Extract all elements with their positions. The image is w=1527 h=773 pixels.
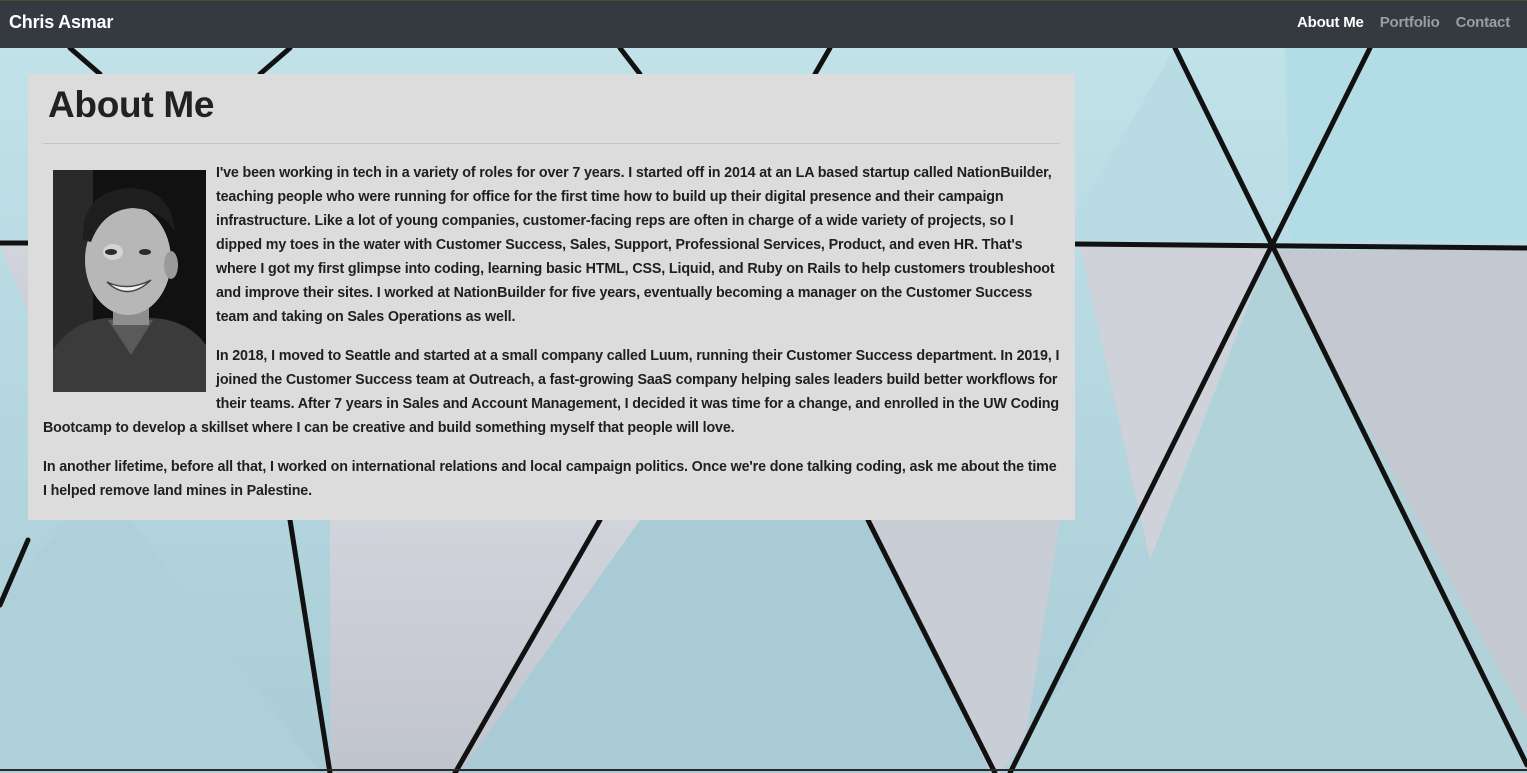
brand-link[interactable]: Chris Asmar bbox=[9, 12, 113, 33]
navbar: Chris Asmar About Me Portfolio Contact bbox=[0, 0, 1527, 48]
divider bbox=[43, 143, 1060, 144]
nav-about-me[interactable]: About Me bbox=[1297, 14, 1364, 31]
profile-photo bbox=[53, 170, 206, 392]
about-content: I've been working in tech in a variety o… bbox=[43, 161, 1060, 503]
nav-portfolio[interactable]: Portfolio bbox=[1380, 14, 1440, 31]
nav-links: About Me Portfolio Contact bbox=[1297, 14, 1510, 31]
about-card: About Me I've been working in tech in a … bbox=[28, 74, 1075, 520]
about-paragraph: In another lifetime, before all that, I … bbox=[43, 459, 1057, 499]
nav-contact[interactable]: Contact bbox=[1456, 14, 1511, 31]
page-title: About Me bbox=[48, 84, 215, 125]
